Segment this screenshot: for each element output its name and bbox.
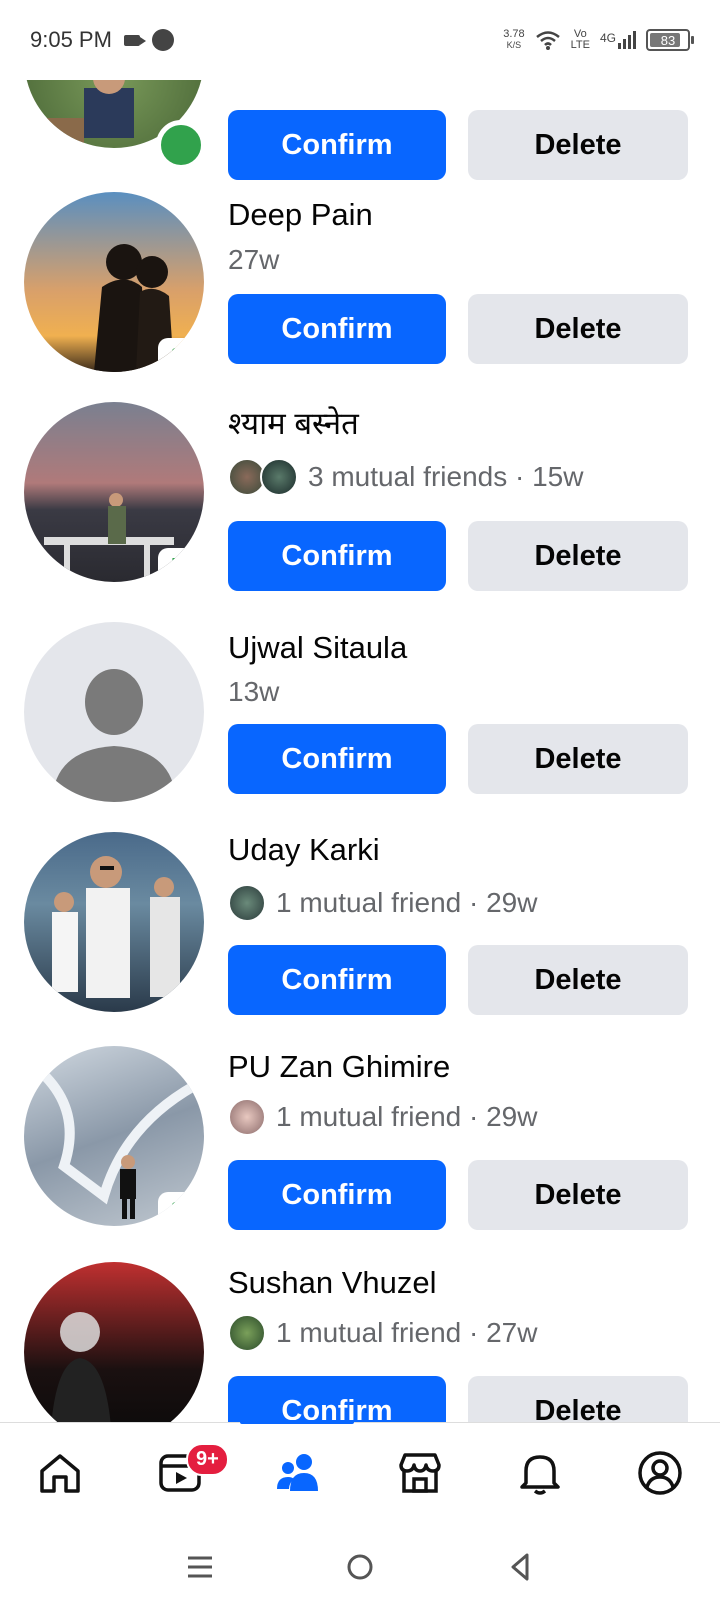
friend-request-item: Sushan Vhuzel 1 mutual friend · 27w Conf… [0,1262,720,1422]
tab-friends[interactable] [240,1423,360,1522]
system-navigation-bar [0,1522,720,1612]
tab-profile[interactable] [600,1423,720,1522]
signal-bar [628,35,631,49]
delete-button[interactable]: Delete [468,521,688,591]
status-left: 9:05 PM [30,27,174,53]
profile-avatar[interactable]: 3h [24,192,204,372]
volte-bottom: LTE [570,39,590,51]
signal-bar [623,39,626,49]
mutual-friends-avatars [228,1098,266,1136]
request-age: 27w [228,244,280,275]
friend-request-item: 5h श्याम बस्नेत 3 mutual friends · 15w C… [0,402,720,614]
network-speed: 3.78 K/S [503,29,524,51]
delete-button[interactable]: Delete [468,294,688,364]
confirm-button[interactable]: Confirm [228,1160,446,1230]
home-button-icon[interactable] [345,1552,375,1582]
status-bar: 9:05 PM 3.78 K/S Vo LTE 4G 83 [0,0,720,80]
signal-icon: 4G [600,31,636,49]
delete-button[interactable]: Delete [468,1160,688,1230]
battery-icon: 83 [646,29,694,51]
notification-dot-icon [151,29,174,51]
home-icon [40,1453,80,1493]
profile-icon [638,1450,682,1495]
confirm-button[interactable]: Confirm [228,110,446,180]
signal-bar [633,31,636,49]
friend-name[interactable]: Ujwal Sitaula [228,630,407,666]
request-meta: 1 mutual friend · 29w [228,1098,537,1136]
profile-photo [52,856,180,998]
signal-bar [618,43,621,49]
request-meta: 1 mutual friend · 29w [228,884,537,922]
bottom-navigation: 9+ [0,1420,720,1522]
network-speed-value: 3.78 [503,28,525,40]
delete-button[interactable]: Delete [468,110,688,180]
story-time-badge: 3h [158,338,204,372]
recent-apps-icon[interactable] [185,1552,215,1582]
tab-video[interactable]: 9+ [120,1423,240,1522]
back-icon[interactable] [505,1552,535,1582]
mutual-friends-text[interactable]: 1 mutual friend · 29w [276,887,537,919]
request-age: 13w [228,676,280,707]
confirm-button[interactable]: Confirm [228,724,446,794]
marketplace-icon [399,1452,441,1493]
mutual-friends-avatars [228,458,298,496]
battery-level: 83 [660,32,676,48]
tab-home[interactable] [0,1423,120,1522]
friend-request-item: 3h PU Zan Ghimire 1 mutual friend · 29w … [0,1046,720,1258]
confirm-button[interactable]: Confirm [228,945,446,1015]
friend-name[interactable]: श्याम बस्नेत [228,402,359,444]
profile-avatar[interactable] [24,622,204,802]
notification-badge: 9+ [186,1443,229,1476]
mutual-friends-text[interactable]: 1 mutual friend · 27w [276,1317,537,1349]
profile-photo [51,1312,111,1422]
network-type: 4G [599,31,616,45]
wifi-icon [535,31,560,50]
delete-button[interactable]: Delete [468,1376,688,1422]
network-speed-unit: K/S [506,40,522,50]
friend-request-item: Ujwal Sitaula 13w Confirm Delete [0,622,720,834]
tab-marketplace[interactable] [360,1423,480,1522]
friend-request-item: Uday Karki 1 mutual friend · 29w Confirm… [0,832,720,1044]
online-status-indicator [156,120,206,170]
profile-avatar[interactable] [24,832,204,1012]
profile-avatar[interactable] [24,1262,204,1422]
profile-avatar[interactable]: 3h [24,1046,204,1226]
friend-name[interactable]: Deep Pain [228,197,373,233]
request-meta: 27w [228,244,279,276]
request-meta: 1 mutual friend · 27w [228,1314,537,1352]
tab-notifications[interactable] [480,1423,600,1522]
delete-button[interactable]: Delete [468,945,688,1015]
mutual-friends-text[interactable]: 1 mutual friend · 29w [276,1101,537,1133]
friend-request-item: 3h Deep Pain 27w Confirm Delete [0,192,720,404]
confirm-button[interactable]: Confirm [228,521,446,591]
delete-button[interactable]: Delete [468,724,688,794]
friends-icon [277,1453,318,1491]
mutual-friend-avatar [260,458,298,496]
status-right: 3.78 K/S Vo LTE 4G 83 [503,29,694,51]
default-profile-icon [52,669,176,802]
status-time: 9:05 PM [30,27,112,52]
screen-record-icon [123,34,146,46]
mutual-friend-avatar [228,1314,266,1352]
mutual-friend-avatar [228,884,266,922]
friend-name[interactable]: Sushan Vhuzel [228,1265,437,1301]
request-meta: 3 mutual friends · 15w [228,458,583,496]
volte-indicator: Vo LTE [571,29,590,51]
mutual-friends-avatars [228,884,266,922]
confirm-button[interactable]: Confirm [228,294,446,364]
bell-icon [520,1454,560,1495]
mutual-friends-avatars [228,1314,266,1352]
confirm-button[interactable]: Confirm [228,1376,446,1422]
story-time-badge: 3h [158,1192,204,1226]
mutual-friend-avatar [228,1098,266,1136]
friend-name[interactable]: Uday Karki [228,832,380,868]
profile-avatar[interactable]: 5h [24,402,204,582]
story-time-badge: 5h [158,548,204,582]
mutual-friends-text[interactable]: 3 mutual friends · 15w [308,461,583,493]
friend-requests-list[interactable]: Confirm Delete 3h Deep Pain 27w Confirm … [0,80,720,1422]
request-meta: 13w [228,676,279,708]
friend-name[interactable]: PU Zan Ghimire [228,1049,450,1085]
